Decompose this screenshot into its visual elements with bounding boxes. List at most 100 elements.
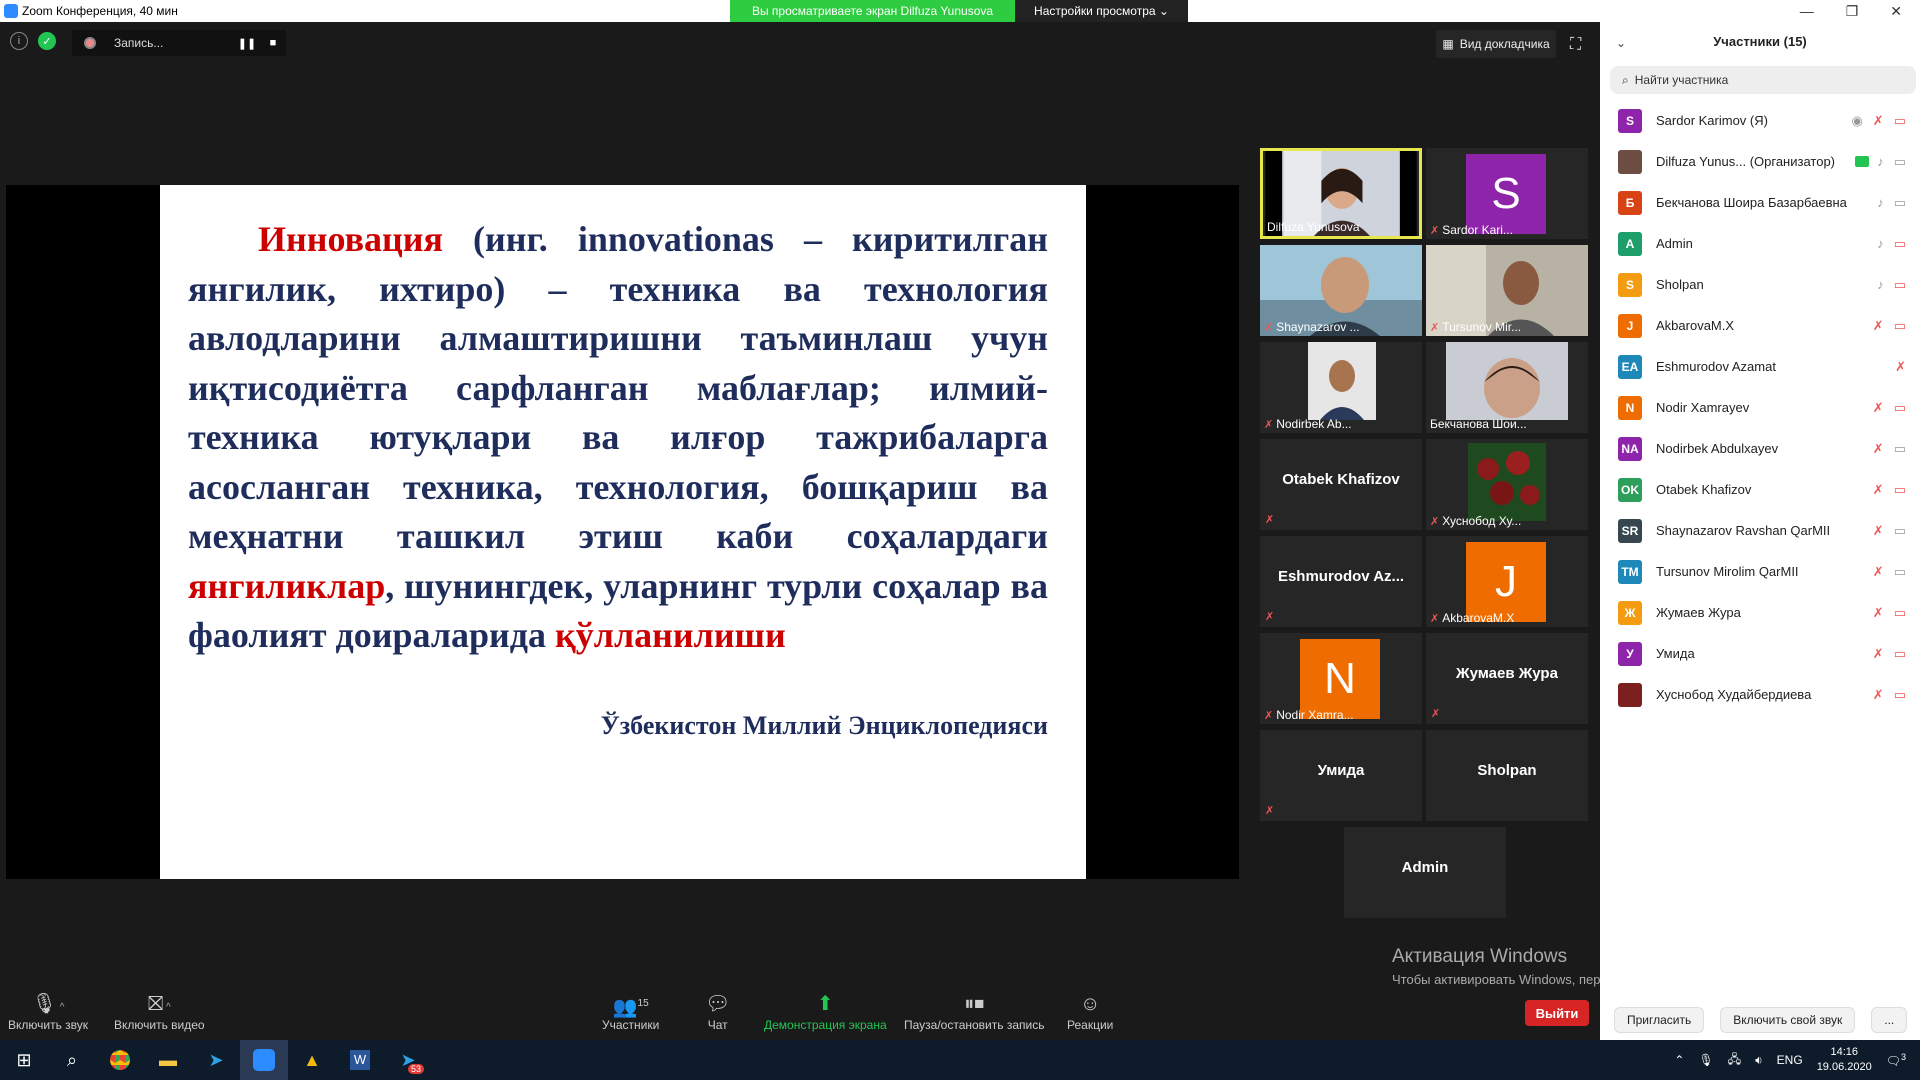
video-tile-dilfuza[interactable]: Dilfuza Yunusova xyxy=(1260,148,1422,239)
video-tile-tursunov[interactable]: ✗ Tursunov Mir... xyxy=(1426,245,1588,336)
clock[interactable]: 14:16 19.06.2020 xyxy=(1817,1045,1872,1075)
shield-icon[interactable]: ✓ xyxy=(38,32,56,50)
language-indicator[interactable]: ENG xyxy=(1777,1053,1803,1067)
participant-row[interactable]: SR Shaynazarov Ravshan QarMII ✗ ▭ xyxy=(1600,510,1920,551)
participant-row[interactable]: J AkbarovaM.X ✗ ▭ xyxy=(1600,305,1920,346)
video-tile-umida[interactable]: Умида ✗ xyxy=(1260,730,1422,821)
video-off-icon[interactable]: ▭ xyxy=(1894,113,1906,129)
video-off-icon[interactable]: ▭ xyxy=(1894,482,1906,498)
video-off-icon[interactable]: ▭ xyxy=(1894,236,1906,252)
participant-row[interactable]: Хуснобод Худайбердиева ✗ ▭ xyxy=(1600,674,1920,715)
pause-recording-button[interactable]: ❚❚ xyxy=(234,37,260,50)
maximize-icon[interactable]: ❐ xyxy=(1846,3,1859,20)
video-tile-bekchanova[interactable]: Бекчанова Шои... xyxy=(1426,342,1588,433)
participant-row[interactable]: S Sholpan ♪ ▭ xyxy=(1600,264,1920,305)
mic-tray-icon[interactable]: 🎙︎ xyxy=(1698,1053,1713,1067)
participant-row[interactable]: Б Бекчанова Шоира Базарбаевна ♪ ▭ xyxy=(1600,182,1920,223)
mic-muted-icon[interactable]: ✗ xyxy=(1873,687,1884,703)
stop-recording-button[interactable]: ■ xyxy=(260,37,286,49)
video-icon[interactable]: ▭ xyxy=(1894,564,1906,580)
word-icon[interactable]: W xyxy=(336,1040,384,1080)
app-warning-icon[interactable]: ▲ xyxy=(288,1040,336,1080)
video-tile-sardor[interactable]: S ✗ Sardor Kari... xyxy=(1426,148,1588,239)
mic-muted-icon[interactable]: ✗ xyxy=(1873,482,1884,498)
mic-muted-icon[interactable]: ✗ xyxy=(1873,605,1884,621)
share-screen-button[interactable]: ⬆ Демонстрация экрана xyxy=(764,990,887,1032)
video-tile-eshmurodov[interactable]: Eshmurodov Az... ✗ xyxy=(1260,536,1422,627)
participant-row[interactable]: Dilfuza Yunus... (Организатор) ♪ ▭ xyxy=(1600,141,1920,182)
windows-start-icon[interactable]: ⊞ xyxy=(0,1040,48,1080)
video-tile-otabek[interactable]: Otabek Khafizov ✗ xyxy=(1260,439,1422,530)
chevron-up-icon[interactable]: ⌃ xyxy=(1674,1053,1684,1067)
video-tile-akbarova[interactable]: J ✗ AkbarovaM.X xyxy=(1426,536,1588,627)
video-off-icon[interactable]: ▭ xyxy=(1894,400,1906,416)
reactions-button[interactable]: ☺ Реакции xyxy=(1067,990,1113,1032)
mic-muted-icon[interactable]: ✗ xyxy=(1895,359,1906,375)
participant-row[interactable]: Ж Жумаев Жура ✗ ▭ xyxy=(1600,592,1920,633)
info-icon[interactable]: i xyxy=(10,32,28,50)
tile-name: ✗ Nodirbek Ab... xyxy=(1264,417,1352,431)
mic-muted-icon[interactable]: ✗ xyxy=(1873,646,1884,662)
participant-row[interactable]: A Admin ♪ ▭ xyxy=(1600,223,1920,264)
video-icon[interactable]: ▭ xyxy=(1894,154,1906,170)
participant-row[interactable]: EA Eshmurodov Azamat ✗ xyxy=(1600,346,1920,387)
participants-count: 15 xyxy=(637,998,649,1009)
search-input[interactable]: Найти участника xyxy=(1635,73,1729,87)
video-tile-shaynazarov[interactable]: ✗ Shaynazarov ... xyxy=(1260,245,1422,336)
notifications-icon[interactable]: 🗨︎3 xyxy=(1886,1052,1906,1068)
video-off-icon[interactable]: ▭ xyxy=(1894,318,1906,334)
chrome-icon[interactable] xyxy=(96,1040,144,1080)
participant-search[interactable]: ⌕ Найти участника xyxy=(1610,66,1916,94)
participant-row[interactable]: У Умида ✗ ▭ xyxy=(1600,633,1920,674)
video-tile-nodirbek[interactable]: ✗ Nodirbek Ab... xyxy=(1260,342,1422,433)
unmute-button[interactable]: 🎙︎ ^ Включить звук xyxy=(8,990,88,1032)
video-tile-xusnobod[interactable]: ✗ Хуснобод Ху... xyxy=(1426,439,1588,530)
video-icon[interactable]: ▭ xyxy=(1894,523,1906,539)
mic-icon[interactable]: ♪ xyxy=(1877,277,1884,293)
participant-row[interactable]: TM Tursunov Mirolim QarMII ✗ ▭ xyxy=(1600,551,1920,592)
volume-icon[interactable]: 🔉︎ xyxy=(1755,1053,1763,1068)
speaker-view-button[interactable]: ▦ Вид докладчика xyxy=(1436,30,1556,58)
video-off-icon[interactable]: ▭ xyxy=(1894,605,1906,621)
recording-controls-button[interactable]: ⏸⏹ Пауза/остановить запись xyxy=(904,990,1044,1032)
video-off-icon[interactable]: ▭ xyxy=(1894,646,1906,662)
zoom-taskbar-icon[interactable] xyxy=(240,1040,288,1080)
mic-icon[interactable]: ♪ xyxy=(1877,236,1884,252)
participant-row[interactable]: S Sardor Karimov (Я) ◉ ✗ ▭ xyxy=(1600,100,1920,141)
minimize-icon[interactable]: — xyxy=(1800,3,1814,19)
file-explorer-icon[interactable]: ▬ xyxy=(144,1040,192,1080)
participant-row[interactable]: N Nodir Xamrayev ✗ ▭ xyxy=(1600,387,1920,428)
mic-muted-icon[interactable]: ✗ xyxy=(1873,441,1884,457)
chat-button[interactable]: 💬︎ Чат xyxy=(705,990,730,1032)
video-icon[interactable]: ▭ xyxy=(1894,195,1906,211)
mic-muted-icon[interactable]: ✗ xyxy=(1873,318,1884,334)
participants-button[interactable]: 👥15 Участники xyxy=(602,990,659,1032)
close-icon[interactable]: ✕ xyxy=(1890,3,1902,20)
start-video-button[interactable]: ⛝ ^ Включить видео xyxy=(114,990,205,1032)
invite-button[interactable]: Пригласить xyxy=(1614,1007,1705,1033)
mic-muted-icon[interactable]: ✗ xyxy=(1873,113,1884,129)
more-button[interactable]: ... xyxy=(1871,1007,1908,1033)
unmute-me-button[interactable]: Включить свой звук xyxy=(1720,1007,1856,1033)
video-tile-sholpan[interactable]: Sholpan xyxy=(1426,730,1588,821)
mic-icon[interactable]: ♪ xyxy=(1877,195,1884,211)
view-options-button[interactable]: Настройки просмотра ⌄ xyxy=(1015,0,1188,22)
video-tile-jumaev[interactable]: Жумаев Жура ✗ xyxy=(1426,633,1588,724)
network-icon[interactable]: 🖧 xyxy=(1728,1050,1741,1071)
video-icon[interactable]: ▭ xyxy=(1894,441,1906,457)
video-tile-admin[interactable]: Admin xyxy=(1344,827,1506,918)
fullscreen-icon[interactable]: ⛶ xyxy=(1570,36,1581,54)
telegram-icon[interactable]: ➤ xyxy=(192,1040,240,1080)
telegram-2-icon[interactable]: ➤ 53 xyxy=(384,1040,432,1080)
video-off-icon[interactable]: ▭ xyxy=(1894,687,1906,703)
participant-row[interactable]: NA Nodirbek Abdulxayev ✗ ▭ xyxy=(1600,428,1920,469)
leave-button[interactable]: Выйти xyxy=(1525,1000,1589,1026)
video-off-icon[interactable]: ▭ xyxy=(1894,277,1906,293)
mic-icon[interactable]: ♪ xyxy=(1877,154,1884,170)
mic-muted-icon[interactable]: ✗ xyxy=(1873,564,1884,580)
search-icon[interactable]: ⌕ xyxy=(48,1040,96,1080)
participant-row[interactable]: OK Otabek Khafizov ✗ ▭ xyxy=(1600,469,1920,510)
video-tile-nodir[interactable]: N ✗ Nodir Xamra... xyxy=(1260,633,1422,724)
mic-muted-icon[interactable]: ✗ xyxy=(1873,400,1884,416)
mic-muted-icon[interactable]: ✗ xyxy=(1873,523,1884,539)
